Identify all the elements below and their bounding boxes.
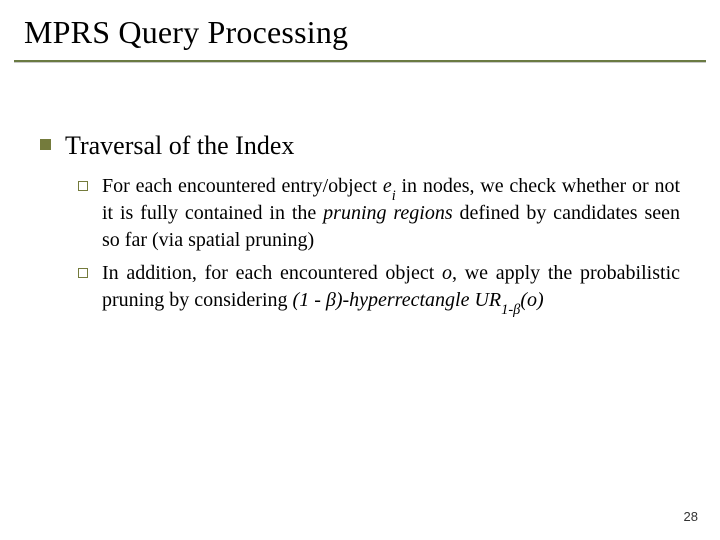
variable-o: o (442, 262, 452, 284)
text-fragment: In addition, for each encountered object (102, 262, 442, 284)
list-item-text: For each encountered entry/object ei in … (102, 173, 680, 254)
slide-title: MPRS Query Processing (24, 14, 348, 51)
list-item: For each encountered entry/object ei in … (78, 173, 680, 254)
variable-o: o (527, 289, 537, 311)
var-letter: e (383, 175, 392, 197)
slide: MPRS Query Processing Traversal of the I… (0, 0, 720, 540)
pruning-regions-phrase: pruning regions (323, 202, 452, 224)
text-fragment: )-hyperrectangle UR (336, 289, 501, 311)
text-fragment: (1 - (293, 289, 326, 311)
subbullets: For each encountered entry/object ei in … (78, 173, 680, 314)
section-heading-row: Traversal of the Index (40, 130, 680, 163)
hollow-square-bullet-icon (78, 268, 88, 278)
slide-body: Traversal of the Index For each encounte… (40, 130, 680, 320)
hollow-square-bullet-icon (78, 181, 88, 191)
ur-subscript: 1-β (501, 302, 520, 318)
text-fragment: ) (537, 289, 544, 311)
beta-symbol: β (513, 302, 520, 318)
var-subscript: i (392, 188, 396, 204)
section-heading: Traversal of the Index (65, 130, 294, 163)
title-underline-shadow (14, 62, 706, 63)
list-item-text: In addition, for each encountered object… (102, 260, 680, 314)
variable-e: ei (383, 175, 396, 197)
page-number: 28 (684, 509, 698, 524)
list-item: In addition, for each encountered object… (78, 260, 680, 314)
beta-symbol: β (326, 289, 336, 311)
text-fragment: ( (520, 289, 527, 311)
hyperrectangle-phrase: (1 - β)-hyperrectangle UR1-β(o) (293, 289, 544, 311)
text-fragment: 1- (501, 302, 513, 318)
square-bullet-icon (40, 139, 51, 150)
text-fragment: For each encountered entry/object (102, 175, 383, 197)
